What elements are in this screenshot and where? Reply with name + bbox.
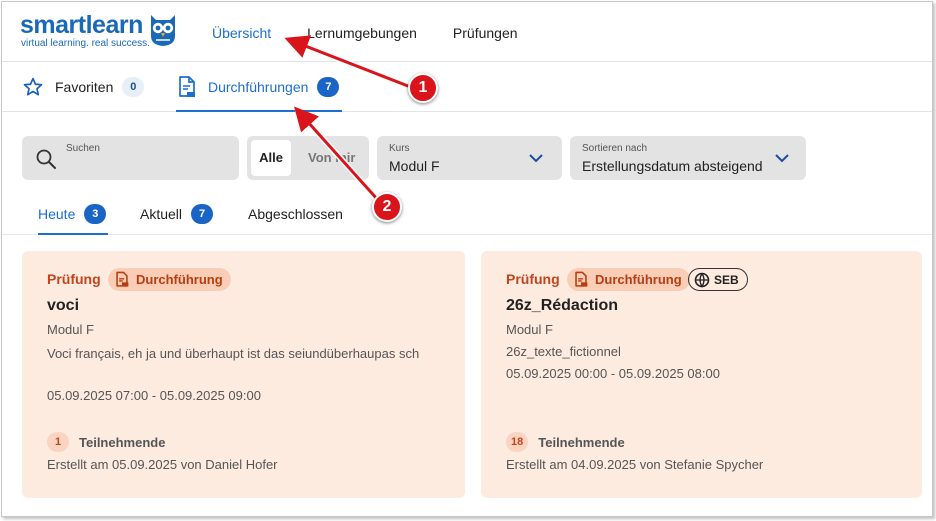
sort-dropdown-label: Sortieren nach <box>582 143 648 154</box>
tab-executions-label: Durchführungen <box>208 79 309 95</box>
filter-all-button[interactable]: Alle <box>251 140 291 176</box>
card-timeframe: 05.09.2025 00:00 - 05.09.2025 08:00 <box>506 366 720 381</box>
chevron-down-icon <box>529 154 543 163</box>
course-dropdown[interactable]: Kurs Modul F <box>377 136 562 180</box>
top-bar: smartlearn virtual learning. real succes… <box>2 2 932 62</box>
card-created-info: Erstellt am 05.09.2025 von Daniel Hofer <box>47 457 278 472</box>
tab-current-label: Aktuell <box>140 205 183 222</box>
tab-today-label: Heute <box>38 205 76 222</box>
seb-badge: SEB <box>688 268 748 291</box>
sub-tabs: Favoriten 0 Durchführungen 7 <box>2 62 932 112</box>
tab-current[interactable]: Aktuell 7 <box>140 192 214 235</box>
card-timeframe: 05.09.2025 07:00 - 05.09.2025 09:00 <box>47 388 261 403</box>
globe-icon <box>694 272 710 288</box>
card-title: 26z_Rédaction <box>506 297 619 314</box>
current-count-badge: 7 <box>191 203 214 224</box>
star-icon <box>23 77 43 96</box>
search-icon <box>36 149 56 169</box>
nav-exams[interactable]: Prüfungen <box>439 2 532 62</box>
filter-mine-button[interactable]: Von mir <box>308 140 355 176</box>
owner-filter-toggle: Alle Von mir <box>247 136 369 180</box>
card-title: voci <box>47 297 80 314</box>
document-list-icon <box>116 271 129 287</box>
card-category: Prüfung <box>506 271 560 287</box>
participants-label: Teilnehmende <box>538 434 625 450</box>
participants-count-badge: 18 <box>506 432 529 452</box>
tab-favorites-label: Favoriten <box>55 79 114 95</box>
participants-count-badge: 1 <box>47 432 69 452</box>
owl-icon <box>151 15 175 46</box>
card-description: Voci français, eh ja und überhaupt ist d… <box>47 346 420 361</box>
today-count-badge: 3 <box>84 203 107 224</box>
tab-completed-label: Abgeschlossen <box>248 205 343 222</box>
tab-completed[interactable]: Abgeschlossen <box>248 192 343 235</box>
favorites-count-badge: 0 <box>122 77 145 97</box>
course-dropdown-value: Modul F <box>389 158 440 174</box>
tab-today[interactable]: Heute 3 <box>38 192 108 235</box>
participants-count: 1 Teilnehmende <box>47 431 165 453</box>
sort-dropdown-value: Erstellungsdatum absteigend <box>582 158 763 174</box>
logo-tagline: virtual learning. real success. <box>21 38 150 49</box>
card-course: Modul F <box>47 322 94 337</box>
nav-learning-environments[interactable]: Lernumgebungen <box>293 2 431 62</box>
status-badge: Durchführung <box>567 268 690 291</box>
chevron-down-icon <box>775 154 789 163</box>
status-badge-label: Durchführung <box>136 272 223 287</box>
search-label: Suchen <box>66 143 100 154</box>
card-course: Modul F <box>506 322 553 337</box>
participants-label: Teilnehmende <box>79 434 166 450</box>
participants-count: 18 Teilnehmende <box>506 431 625 453</box>
nav-overview[interactable]: Übersicht <box>198 2 285 62</box>
app-window: smartlearn virtual learning. real succes… <box>1 1 933 517</box>
tab-executions[interactable]: Durchführungen 7 <box>176 62 342 112</box>
card-description: 26z_texte_fictionnel <box>506 344 621 359</box>
exam-card[interactable]: Prüfung Durchführung SEB 26z_Rédaction M… <box>481 251 922 498</box>
search-field[interactable]: Suchen <box>22 136 239 180</box>
seb-badge-label: SEB <box>714 272 739 287</box>
card-category: Prüfung <box>47 271 101 287</box>
list-tabs: Heute 3 Aktuell 7 Abgeschlossen <box>2 192 932 235</box>
main-nav: Übersicht Lernumgebungen Prüfungen <box>198 2 540 62</box>
executions-count-badge: 7 <box>317 77 340 97</box>
document-list-icon <box>179 76 195 97</box>
logo-wordmark: smartlearn <box>20 11 143 39</box>
sort-dropdown[interactable]: Sortieren nach Erstellungsdatum absteige… <box>570 136 806 180</box>
card-created-info: Erstellt am 04.09.2025 von Stefanie Spyc… <box>506 457 764 472</box>
annotation-marker-1: 1 <box>408 73 438 103</box>
smartlearn-logo[interactable]: smartlearn virtual learning. real succes… <box>20 11 180 51</box>
annotation-marker-2: 2 <box>372 192 402 222</box>
document-list-icon <box>575 271 588 287</box>
status-badge-label: Durchführung <box>595 272 682 287</box>
status-badge: Durchführung <box>108 268 231 291</box>
exam-card[interactable]: Prüfung Durchführung voci Modul F Voci f… <box>22 251 465 498</box>
tab-favorites[interactable]: Favoriten 0 <box>22 62 145 112</box>
course-dropdown-label: Kurs <box>389 143 410 154</box>
